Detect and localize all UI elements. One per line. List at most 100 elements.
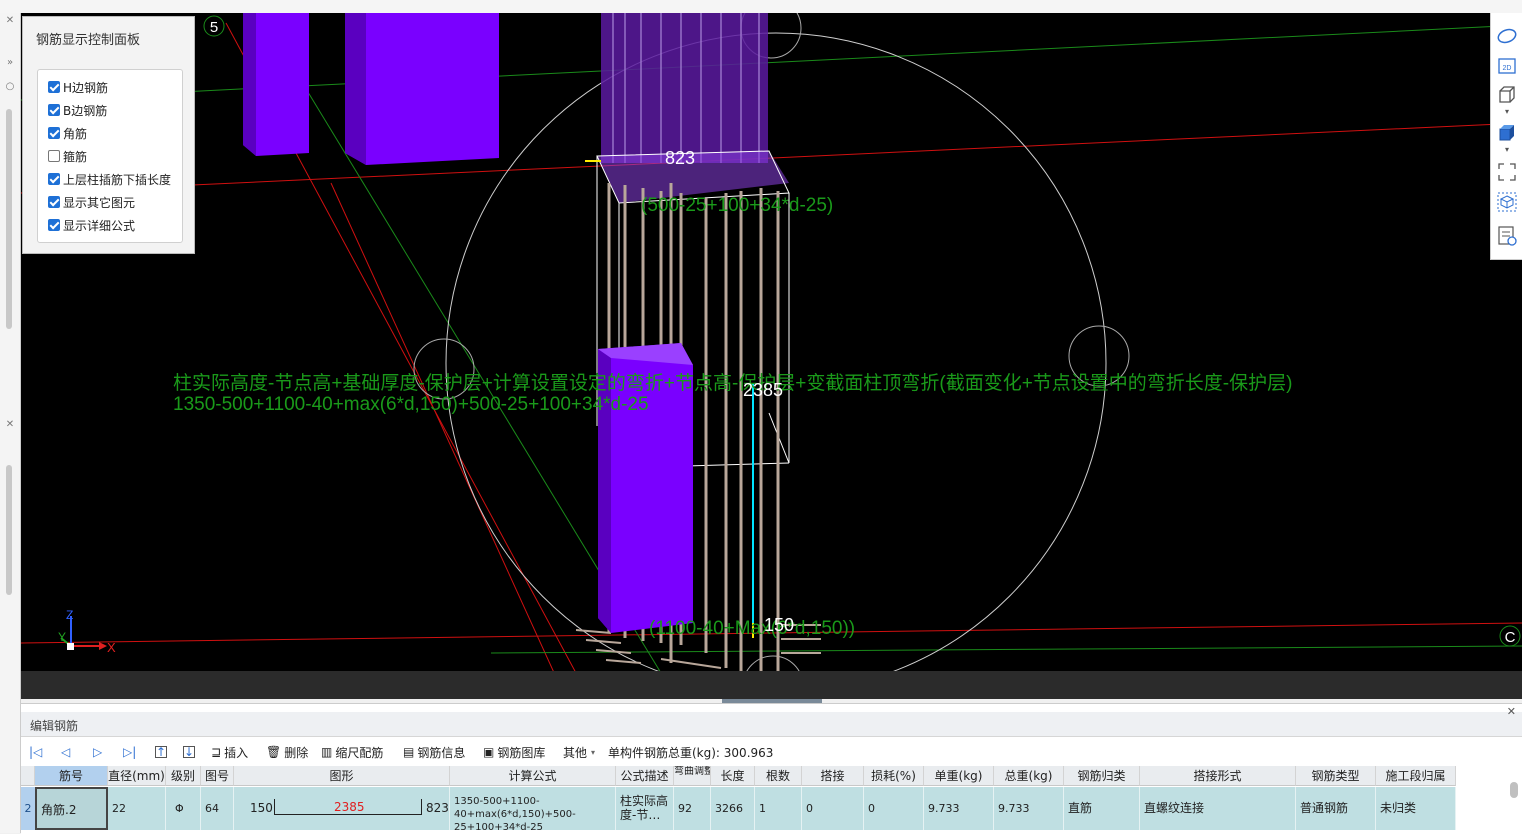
move-down-icon[interactable]: ↓	[183, 743, 195, 761]
2d-view-icon[interactable]: 2D	[1496, 55, 1518, 77]
last-record-icon[interactable]: ▷|	[123, 743, 136, 761]
3d-box-filled-icon[interactable]	[1496, 121, 1518, 143]
scale-rebar-button[interactable]: ▥ 缩尺配筋	[321, 743, 383, 761]
close-icon[interactable]: ✕	[3, 15, 17, 27]
checkbox-icon[interactable]	[48, 150, 60, 162]
row-header-corner	[21, 766, 35, 786]
col-header[interactable]: 筋号	[35, 766, 108, 786]
next-record-icon[interactable]: ▷	[93, 743, 102, 761]
col-header[interactable]: 计算公式	[450, 766, 616, 786]
option-corner-rebar[interactable]: 角筋	[48, 124, 87, 142]
col-header[interactable]: 总重(kg)	[994, 766, 1064, 786]
col-header[interactable]: 直径(mm)	[108, 766, 166, 786]
checkbox-icon[interactable]	[48, 173, 60, 185]
options-box: H边钢筋 B边钢筋 角筋 箍筋 上层柱插筋下插长度 显示其它图元 显示详细公式	[37, 69, 183, 243]
cell-lap-type[interactable]: 直螺纹连接	[1140, 787, 1296, 830]
cell-length[interactable]: 3266	[711, 787, 755, 830]
col-header[interactable]: 图号	[201, 766, 234, 786]
shape-left-value: 150	[250, 801, 273, 815]
option-show-detailed-formula[interactable]: 显示详细公式	[48, 216, 135, 234]
editor-toolbar: |◁ ◁ ▷ ▷| ↑ ↓ ⊒ 插入 🗑 删除 ▥ 缩尺配筋 ▤ 钢筋信息 ▣ 钢筋图库 …	[21, 739, 1522, 765]
delete-button[interactable]: 🗑 删除	[266, 743, 308, 761]
z-axis-label: Z	[66, 608, 73, 622]
cell-grade[interactable]: Φ	[166, 787, 201, 830]
checkbox-icon[interactable]	[48, 81, 60, 93]
first-record-icon[interactable]: |◁	[29, 743, 42, 761]
info-icon: ▤	[403, 745, 415, 759]
cell-diameter[interactable]: 22	[108, 787, 166, 830]
panel-title: 钢筋显示控制面板	[36, 33, 141, 48]
cell-figure-no[interactable]: 64	[201, 787, 234, 830]
col-header[interactable]: 根数	[755, 766, 802, 786]
rebar-library-button[interactable]: ▣ 钢筋图库	[483, 743, 545, 761]
rebar-3d-scene[interactable]: (500-25+100+34*d-25) 柱实际高度-节点高+基础厚度-保护层+…	[21, 13, 1522, 699]
col-header[interactable]: 钢筋类型	[1296, 766, 1376, 786]
col-header[interactable]: 级别	[166, 766, 201, 786]
total-weight-label: 单构件钢筋总重(kg): 300.963	[608, 745, 774, 760]
previous-record-icon[interactable]: ◁	[61, 743, 70, 761]
col-header[interactable]: 搭接	[802, 766, 864, 786]
col-header[interactable]: 搭接形式	[1140, 766, 1296, 786]
checkbox-icon[interactable]	[48, 127, 60, 139]
formula-bottom: (1100-40+Max(6*d,150))	[649, 618, 855, 639]
col-header[interactable]: 钢筋归类	[1064, 766, 1140, 786]
fullscreen-icon[interactable]	[1496, 161, 1518, 183]
axis-label-c: C	[1505, 629, 1516, 646]
row-number[interactable]: 2	[21, 787, 35, 830]
rebar-info-button[interactable]: ▤ 钢筋信息	[403, 743, 465, 761]
trash-icon: 🗑	[266, 745, 282, 759]
cell-stage[interactable]: 未归类	[1376, 787, 1456, 830]
col-header[interactable]: 公式描述	[616, 766, 674, 786]
cell-loss[interactable]: 0	[864, 787, 924, 830]
left-collapsed-panel: ✕ » ○ ✕	[0, 13, 21, 833]
cell-shape[interactable]: 150 2385 823	[234, 787, 450, 830]
table-scrollbar[interactable]	[1508, 780, 1520, 830]
option-h-edge-rebar[interactable]: H边钢筋	[48, 78, 108, 96]
search-icon[interactable]: ○	[3, 81, 17, 93]
col-header[interactable]: 单重(kg)	[924, 766, 994, 786]
close-icon[interactable]: ✕	[3, 419, 17, 431]
3d-box-icon[interactable]	[1496, 83, 1518, 105]
other-dropdown[interactable]: 其他 ▾	[563, 743, 595, 761]
cell-rebar-type[interactable]: 普通钢筋	[1296, 787, 1376, 830]
formula-values: 1350-500+1100-40+max(6*d,150)+500-25+100…	[173, 394, 649, 415]
insert-button[interactable]: ⊒ 插入	[211, 743, 248, 761]
cell-count[interactable]: 1	[755, 787, 802, 830]
window-top-bar	[0, 0, 1522, 14]
option-stirrup[interactable]: 箍筋	[48, 147, 87, 165]
editor-title-bar: 编辑钢筋 ✕	[21, 705, 1522, 737]
option-show-other-elements[interactable]: 显示其它图元	[48, 193, 135, 211]
cell-formula[interactable]: 1350-500+1100-40+max(6*d,150)+500-25+100…	[450, 787, 616, 830]
checkbox-icon[interactable]	[48, 219, 60, 231]
cell-total-weight[interactable]: 9.733	[994, 787, 1064, 830]
cell-bend-adjust[interactable]: 92	[674, 787, 711, 830]
formula-top: (500-25+100+34*d-25)	[641, 195, 833, 216]
cell-unit-weight[interactable]: 9.733	[924, 787, 994, 830]
option-upper-insert-length[interactable]: 上层柱插筋下插长度	[48, 170, 171, 188]
checkbox-icon[interactable]	[48, 104, 60, 116]
cell-description[interactable]: 柱实际高度-节…	[616, 787, 674, 830]
col-header[interactable]: 损耗(%)	[864, 766, 924, 786]
orbit-icon[interactable]	[1496, 25, 1518, 47]
dropdown-arrow-icon[interactable]: ▾	[1496, 107, 1518, 117]
close-icon[interactable]: ✕	[1507, 705, 1516, 718]
cell-lap[interactable]: 0	[802, 787, 864, 830]
expand-icon[interactable]: »	[3, 57, 17, 69]
col-header[interactable]: 图形	[234, 766, 450, 786]
left-scrollbar[interactable]	[6, 465, 12, 595]
cell-category[interactable]: 直筋	[1064, 787, 1140, 830]
option-b-edge-rebar[interactable]: B边钢筋	[48, 101, 107, 119]
cell-name[interactable]: 角筋.2	[35, 787, 108, 830]
svg-text:2D: 2D	[1503, 65, 1512, 72]
dropdown-arrow-icon[interactable]: ▾	[1496, 145, 1518, 155]
col-header[interactable]: 长度	[711, 766, 755, 786]
3d-viewport[interactable]: (500-25+100+34*d-25) 柱实际高度-节点高+基础厚度-保护层+…	[21, 13, 1522, 699]
checkbox-icon[interactable]	[48, 196, 60, 208]
rebar-list-icon[interactable]	[1496, 225, 1518, 247]
move-up-icon[interactable]: ↑	[155, 743, 167, 761]
col-header[interactable]: 弯曲调整	[674, 766, 711, 786]
rebar-editor-panel: 编辑钢筋 ✕ |◁ ◁ ▷ ▷| ↑ ↓ ⊒ 插入 🗑 删除 ▥ 缩尺配筋 ▤ 钢筋信息…	[21, 703, 1522, 834]
col-header[interactable]: 施工段归属	[1376, 766, 1456, 786]
left-scrollbar[interactable]	[6, 109, 12, 329]
cube-select-icon[interactable]	[1496, 191, 1518, 213]
